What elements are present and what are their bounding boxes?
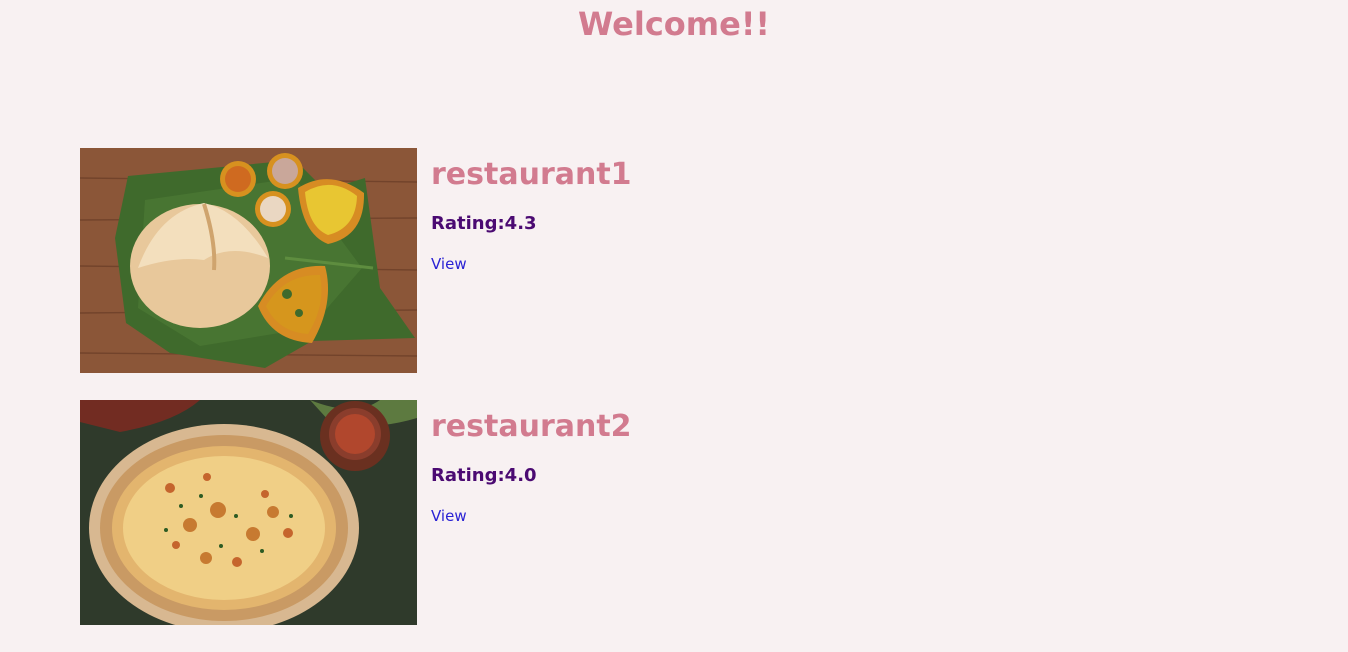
restaurant-image-pizza xyxy=(80,400,417,625)
restaurant-image-dosa xyxy=(80,148,417,373)
restaurant-card: restaurant2 Rating:4.0 View xyxy=(80,400,1268,625)
restaurant-rating: Rating:4.0 xyxy=(431,465,537,486)
restaurant-card: restaurant1 Rating:4.3 View xyxy=(80,148,1268,373)
restaurant-name: restaurant1 xyxy=(431,157,632,192)
restaurant-list: restaurant1 Rating:4.3 View restaurant2 … xyxy=(80,148,1268,652)
restaurant-rating: Rating:4.3 xyxy=(431,213,537,234)
restaurant-info: restaurant2 Rating:4.0 View xyxy=(431,408,632,526)
view-restaurant-link[interactable]: View xyxy=(431,254,467,274)
restaurant-info: restaurant1 Rating:4.3 View xyxy=(431,156,632,274)
restaurant-name: restaurant2 xyxy=(431,409,632,444)
page-title: Welcome!! xyxy=(577,5,770,43)
view-restaurant-link[interactable]: View xyxy=(431,506,467,526)
